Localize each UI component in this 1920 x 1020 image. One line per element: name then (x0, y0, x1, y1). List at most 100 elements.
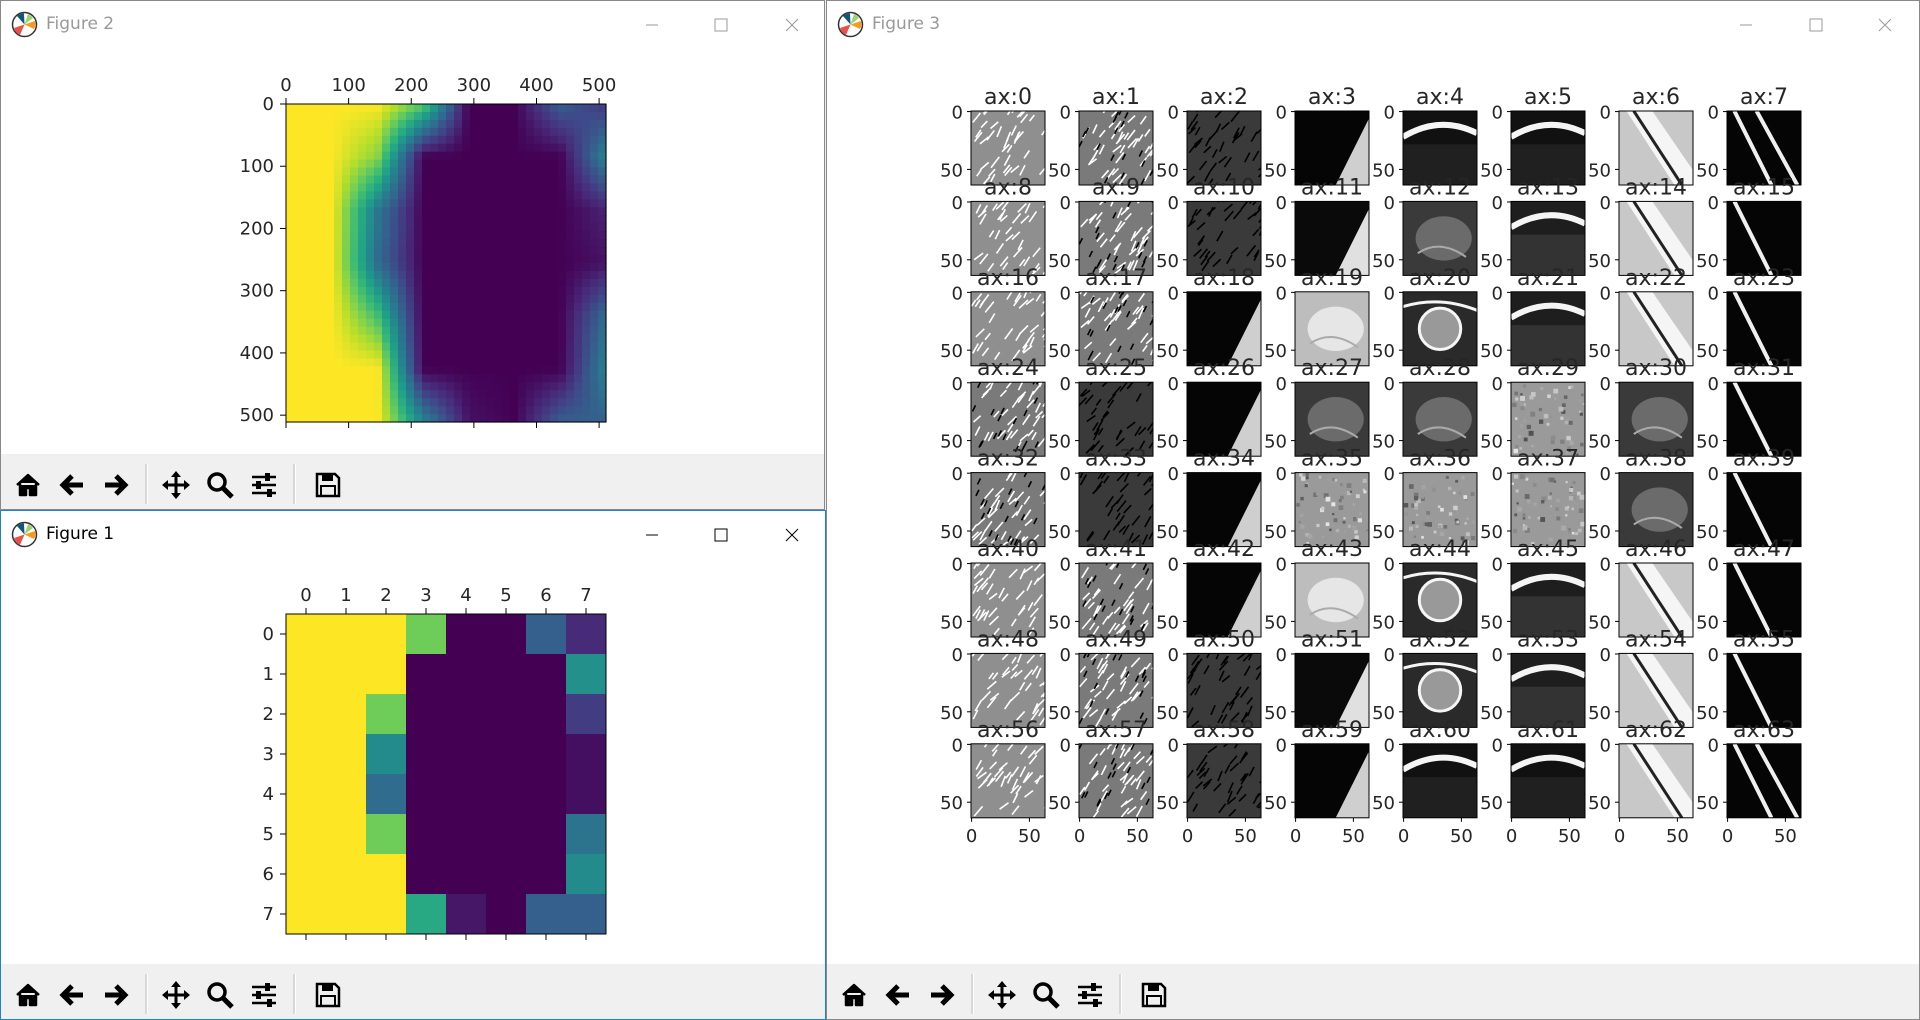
heatmap-cell (574, 278, 583, 288)
heatmap-cell (366, 774, 407, 815)
configure-sliders-button[interactable] (1069, 974, 1111, 1016)
heatmap-cell (422, 175, 431, 185)
heatmap-cell (542, 119, 551, 129)
zoom-magnifier-button[interactable] (199, 974, 241, 1016)
figure1-window[interactable]: Figure 1 0123456701234567 (0, 510, 826, 1020)
heatmap-cell (334, 247, 343, 256)
heatmap-cell (342, 310, 351, 320)
heatmap-cell (350, 135, 359, 145)
heatmap-cell (574, 366, 583, 375)
heatmap-cell (478, 175, 487, 185)
heatmap-cell (550, 398, 559, 407)
heatmap-cell (470, 382, 479, 391)
home-button[interactable] (7, 464, 49, 506)
maximize-button[interactable] (687, 511, 755, 558)
subplot-panel: ax:1050 (1048, 85, 1154, 186)
y-tick-label: 50 (1156, 160, 1179, 181)
heatmap-cell (510, 318, 519, 328)
figure2-titlebar[interactable]: Figure 2 (1, 1, 824, 48)
minimize-button[interactable] (618, 1, 686, 48)
heatmap-cell (406, 199, 415, 208)
home-button[interactable] (833, 974, 875, 1016)
maximize-icon (714, 528, 728, 541)
heatmap-cell (558, 366, 567, 375)
heatmap-cell (406, 159, 415, 169)
save-floppy-button[interactable] (307, 974, 349, 1016)
figure1-canvas[interactable]: 0123456701234567 (1, 558, 825, 1019)
save-floppy-button[interactable] (1133, 974, 1175, 1016)
close-button[interactable] (758, 511, 825, 558)
heatmap-cell (526, 143, 535, 153)
heatmap-cell (470, 119, 479, 129)
heatmap-cell (374, 255, 383, 264)
figure1-titlebar[interactable]: Figure 1 (1, 511, 825, 558)
y-tick-label: 0 (1060, 464, 1071, 485)
pan-move-button[interactable] (981, 974, 1023, 1016)
heatmap-cell (294, 143, 303, 153)
heatmap-cell (286, 390, 295, 399)
heatmap-cell (534, 294, 543, 304)
heatmap-cell (326, 894, 367, 935)
close-button[interactable] (758, 1, 824, 48)
heatmap-cell (518, 247, 527, 256)
y-tick-label: 50 (1588, 703, 1611, 724)
heatmap-cell (430, 135, 439, 145)
pan-move-button[interactable] (155, 974, 197, 1016)
heatmap-cell (294, 334, 303, 344)
heatmap-cell (334, 326, 343, 336)
heatmap-cell (406, 390, 415, 399)
heatmap-cell (374, 406, 383, 415)
configure-sliders-button[interactable] (243, 464, 285, 506)
heatmap-cell (590, 398, 599, 407)
y-tick-label: 50 (1264, 341, 1287, 362)
heatmap-cell (526, 247, 535, 256)
heatmap-cell (502, 247, 511, 256)
home-button[interactable] (7, 974, 49, 1016)
heatmap-cell (486, 191, 495, 200)
heatmap-cell (486, 151, 495, 161)
heatmap-cell (534, 247, 543, 256)
heatmap-cell (342, 366, 351, 375)
heatmap-cell (582, 390, 591, 399)
texture-speck (1426, 516, 1429, 520)
heatmap-cell (374, 167, 383, 177)
forward-arrow-button[interactable] (95, 974, 137, 1016)
heatmap-cell (390, 263, 399, 272)
heatmap-cell (310, 207, 319, 216)
back-arrow-button[interactable] (51, 974, 93, 1016)
back-arrow-button[interactable] (51, 464, 93, 506)
back-arrow-button[interactable] (877, 974, 919, 1016)
zoom-magnifier-button[interactable] (199, 464, 241, 506)
configure-sliders-button[interactable] (243, 974, 285, 1016)
figure3-canvas[interactable]: ax:0 0 50 ax:1 0 50 ax:2 0 50 ax:3 0 50 ax:4 0 50 ax:5 0… (827, 48, 1919, 1019)
heatmap-cell (302, 334, 311, 344)
heatmap-cell (494, 358, 503, 367)
minimize-button[interactable] (1712, 1, 1780, 48)
heatmap-cell (406, 358, 415, 367)
heatmap-cell (590, 215, 599, 224)
heatmap-cell (398, 215, 407, 224)
maximize-button[interactable] (1782, 1, 1850, 48)
figure3-titlebar[interactable]: Figure 3 (827, 1, 1919, 48)
figure3-window[interactable]: Figure 3 ax:0 0 50 ax:1 0 50 ax:2 0 50 ax:3 0 50 ax:… (826, 0, 1920, 1020)
save-floppy-button[interactable] (307, 464, 349, 506)
forward-arrow-button[interactable] (921, 974, 963, 1016)
heatmap-cell (374, 390, 383, 399)
heatmap-cell (310, 302, 319, 312)
close-button[interactable] (1851, 1, 1919, 48)
minimize-icon (646, 24, 658, 25)
heatmap-cell (518, 135, 527, 145)
figure2-canvas[interactable]: 0 100 200 300 400 500 0 100 200 300 400 500 (1, 48, 824, 509)
x-tick-label: 0 (1614, 826, 1625, 847)
pan-move-button[interactable] (155, 464, 197, 506)
heatmap-cell (366, 734, 407, 775)
maximize-button[interactable] (687, 1, 755, 48)
minimize-button[interactable] (618, 511, 686, 558)
forward-arrow-button[interactable] (95, 464, 137, 506)
zoom-magnifier-button[interactable] (1025, 974, 1067, 1016)
figure2-window[interactable]: Figure 2 0 100 200 300 400 500 0 100 200 300 400 50… (0, 0, 825, 510)
y-tick-label: 50 (1696, 793, 1719, 814)
texture-speck (1577, 528, 1582, 533)
heatmap-cell (502, 159, 511, 169)
heatmap-cell (558, 119, 567, 129)
